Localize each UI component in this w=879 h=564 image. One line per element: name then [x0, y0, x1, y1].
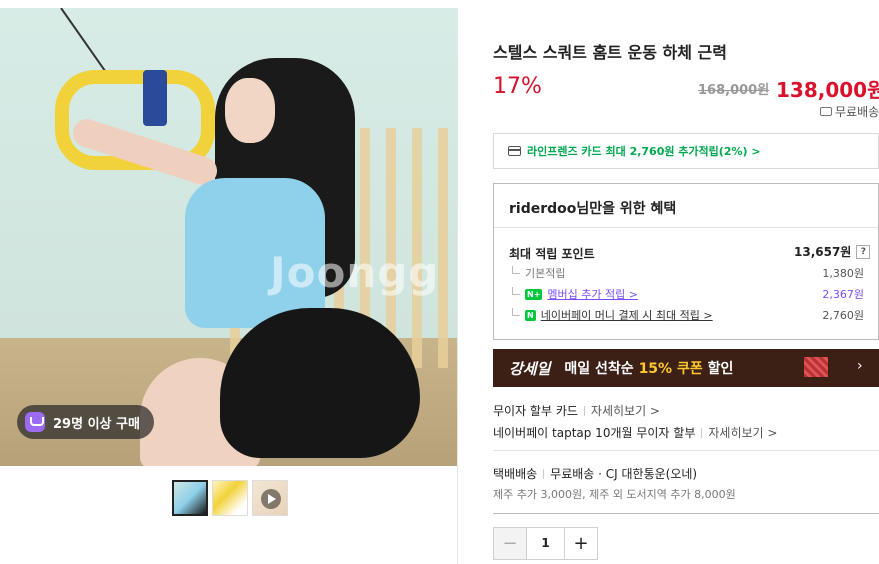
npay-installment-more-link[interactable]: 자세히보기 > [708, 424, 777, 441]
truck-icon [820, 107, 832, 116]
chevron-right-icon: › [857, 358, 863, 374]
points-row-value: 2,367원 [822, 288, 864, 301]
points-row-value: 2,760원 [822, 309, 864, 322]
coupon-logo: 강세일 [509, 359, 551, 378]
branch-icon [512, 287, 520, 295]
installment-card-more-link[interactable]: 자세히보기 > [591, 402, 660, 419]
points-row-membership[interactable]: N+ 멤버십 추가 적립 > 2,367원 [512, 286, 864, 302]
max-points-value-group: 13,657원 ? [794, 243, 871, 260]
buyer-count-badge: 29명 이상 구매 [17, 405, 154, 439]
branch-icon [512, 308, 520, 316]
npay-installment-line: 네이버페이 taptap 10개월 무이자 할부 자세히보기 > [493, 424, 777, 441]
installment-card-line: 무이자 할부 카드 자세히보기 > [493, 402, 660, 419]
sale-price: 138,000원 [776, 78, 879, 102]
shipping-method: 택배배송 [493, 467, 538, 481]
coupon-msg-before: 매일 선착순 [564, 361, 639, 377]
divider [457, 8, 458, 564]
decrease-quantity-button[interactable]: − [494, 528, 527, 559]
image-model-face [225, 78, 275, 143]
shipping-line: 택배배송 무료배송 · CJ 대한통운(오네) [493, 465, 697, 482]
product-page: Joongg 29명 이상 구매 스텔스 스쿼트 홈트 운동 하체 근력 17%… [0, 0, 879, 564]
product-main-image[interactable]: Joongg [0, 8, 457, 466]
divider [543, 468, 545, 479]
coupon-msg-after: 할인 [702, 361, 734, 377]
free-shipping-label: 무료배송 [835, 105, 879, 119]
quantity-value[interactable]: 1 [527, 528, 564, 559]
buyer-count-text: 29명 이상 구매 [53, 416, 140, 432]
play-icon [261, 489, 281, 509]
thumbnail-2[interactable] [212, 480, 248, 516]
thumbnail-strip [172, 480, 288, 516]
divider [701, 427, 703, 438]
product-title: 스텔스 스쿼트 홈트 운동 하체 근력 [493, 43, 727, 62]
benefit-heading: riderdoo님만을 위한 혜택 [509, 201, 677, 217]
naver-pay-badge-icon: N [525, 309, 536, 321]
benefit-panel: riderdoo님만을 위한 혜택 최대 적립 포인트 13,657원 ? 기본… [493, 183, 879, 340]
image-model-shorts [220, 308, 420, 458]
shopping-bag-icon [25, 412, 45, 432]
card-promo-banner[interactable]: 라인프렌즈 카드 최대 2,760원 추가적립(2%) > [493, 133, 879, 169]
benefit-separator [494, 227, 878, 228]
installment-card-label: 무이자 할부 카드 [493, 404, 578, 418]
points-row-label: 기본적립 [525, 267, 566, 280]
coupon-message: 매일 선착순 15% 쿠폰 할인 [564, 358, 733, 378]
shipping-extra-fee: 제주 추가 3,000원, 제주 외 도서지역 추가 8,000원 [493, 488, 736, 501]
separator [493, 450, 879, 451]
help-icon[interactable]: ? [856, 244, 871, 259]
thumbnail-video[interactable] [252, 480, 288, 516]
npay-installment-label: 네이버페이 taptap 10개월 무이자 할부 [493, 426, 696, 440]
naver-plus-badge-icon: N+ [525, 288, 543, 300]
increase-quantity-button[interactable]: + [564, 528, 597, 559]
points-row-npay[interactable]: N 네이버페이 머니 결제 시 최대 적립 > 2,760원 [512, 307, 864, 323]
image-watermark: Joongg [270, 248, 440, 297]
points-row-basic: 기본적립 1,380원 [512, 265, 864, 281]
separator [493, 513, 879, 514]
image-phone [143, 70, 167, 126]
discount-rate: 17% [493, 74, 542, 99]
npay-link[interactable]: 네이버페이 머니 결제 시 최대 적립 > [541, 307, 713, 323]
quantity-stepper: − 1 + [493, 527, 598, 560]
divider [583, 405, 585, 416]
original-price: 168,000원 [698, 83, 770, 98]
free-shipping-tag: 무료배송 [820, 103, 879, 120]
points-row-value: 1,380원 [822, 267, 864, 280]
credit-card-icon [508, 146, 521, 156]
shipping-detail: 무료배송 · CJ 대한통운(오네) [550, 467, 698, 481]
product-info: 스텔스 스쿼트 홈트 운동 하체 근력 17% 168,000원 138,000… [493, 0, 879, 564]
max-points-label: 최대 적립 포인트 [509, 247, 595, 261]
branch-icon [512, 266, 520, 274]
membership-link[interactable]: 멤버십 추가 적립 > [547, 286, 638, 302]
max-points-value: 13,657원 [794, 245, 852, 259]
gift-box-icon [804, 357, 828, 377]
thumbnail-1[interactable] [172, 480, 208, 516]
card-promo-text: 라인프렌즈 카드 최대 2,760원 추가적립(2%) > [527, 145, 761, 158]
coupon-msg-highlight: 15% 쿠폰 [638, 361, 703, 377]
coupon-banner[interactable]: 강세일 매일 선착순 15% 쿠폰 할인 › [493, 349, 879, 387]
